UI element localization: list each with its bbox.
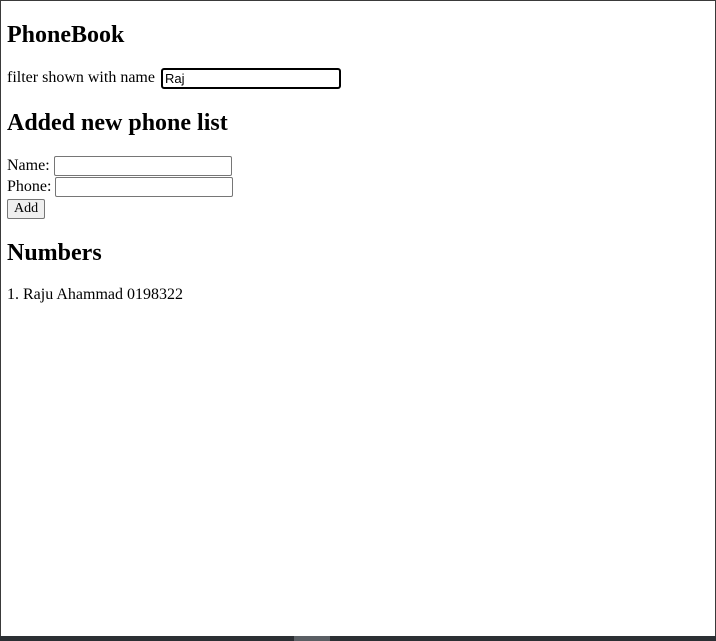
- horizontal-scrollbar[interactable]: [0, 636, 716, 641]
- numbers-list: 1. Raju Ahammad 0198322: [7, 285, 183, 305]
- filter-input[interactable]: [160, 68, 341, 89]
- add-button[interactable]: Add: [7, 199, 46, 219]
- numbers-heading: Numbers: [7, 240, 102, 266]
- add-section-heading: Added new phone list: [7, 110, 228, 136]
- page-title: PhoneBook: [7, 22, 125, 48]
- scrollbar-thumb[interactable]: [294, 636, 330, 641]
- list-item: 1. Raju Ahammad 0198322: [7, 286, 183, 303]
- phone-label: Phone:: [7, 178, 52, 195]
- filter-label: filter shown with name: [7, 69, 155, 86]
- name-row: Name:: [7, 156, 233, 177]
- phone-row: Phone:: [7, 177, 234, 198]
- browser-viewport: [0, 0, 716, 636]
- filter-row: filter shown with name: [7, 68, 341, 89]
- name-input[interactable]: [53, 156, 232, 176]
- name-label: Name:: [7, 157, 50, 174]
- add-contact-form: Name: Phone: Add: [7, 156, 234, 219]
- phone-input[interactable]: [55, 177, 234, 197]
